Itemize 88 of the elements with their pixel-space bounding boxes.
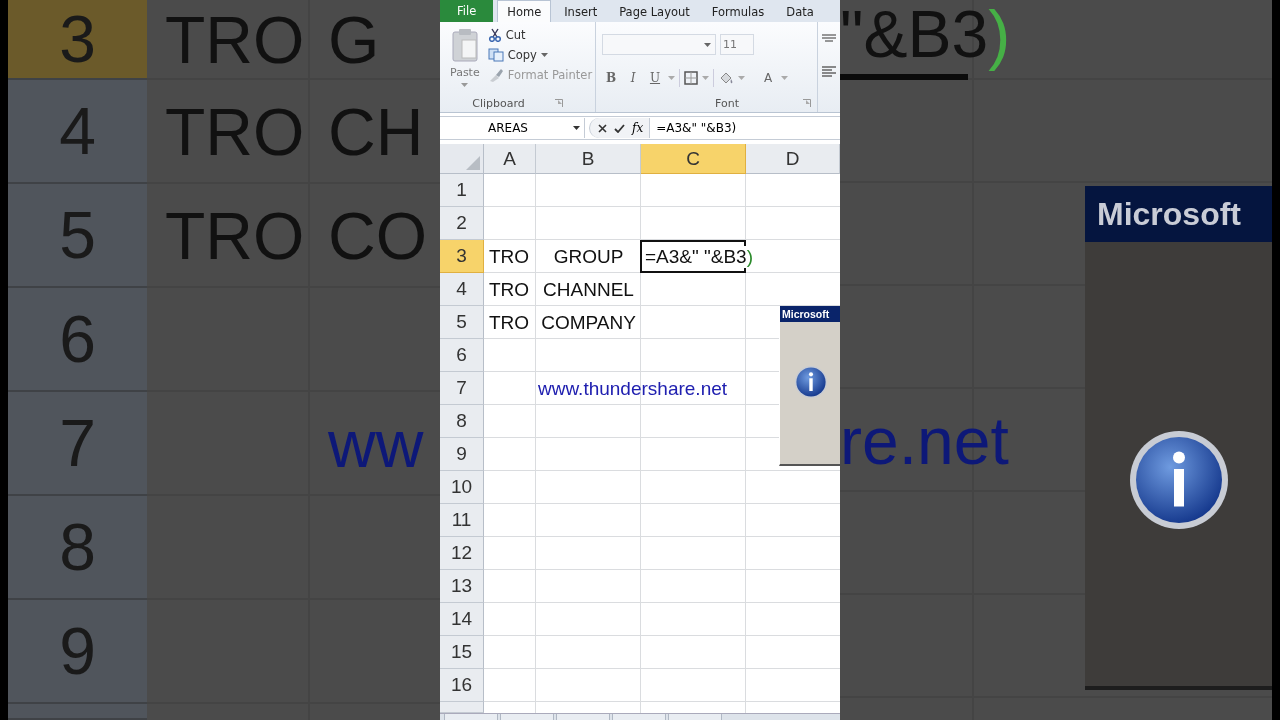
cell-text: TRO xyxy=(488,278,530,301)
font-size-field[interactable]: 11 xyxy=(720,34,754,55)
font-color-button[interactable]: A xyxy=(759,69,777,87)
row-header[interactable]: 4 xyxy=(440,273,484,306)
cell-text: TRO xyxy=(164,94,305,170)
caret-icon xyxy=(461,83,469,87)
ribbon-tab[interactable]: Home xyxy=(497,0,552,22)
row-header[interactable]: 13 xyxy=(440,570,484,603)
row-header[interactable]: 1 xyxy=(440,174,484,207)
insert-function-button[interactable]: fx xyxy=(632,121,644,135)
column-header[interactable]: B xyxy=(536,144,641,174)
row-header[interactable]: 9 xyxy=(440,438,484,471)
cell-text: =A3&" "&B3) xyxy=(644,245,755,268)
row-header: 3 xyxy=(8,0,147,80)
column-header[interactable]: A xyxy=(484,144,536,174)
row-header[interactable]: 12 xyxy=(440,537,484,570)
group-label: Clipboard xyxy=(472,95,525,112)
bold-button[interactable]: B xyxy=(602,69,620,87)
info-icon xyxy=(793,365,828,399)
row-header: 7 xyxy=(8,392,147,496)
scissors-icon xyxy=(487,28,502,42)
close-icon[interactable] xyxy=(598,123,607,133)
check-icon[interactable] xyxy=(614,123,625,133)
row-header[interactable]: 10 xyxy=(440,471,484,504)
row-header[interactable]: 8 xyxy=(440,405,484,438)
dialog-launcher-icon[interactable] xyxy=(554,99,563,107)
ribbon-tab[interactable]: Page Layout xyxy=(610,2,699,22)
row-header[interactable]: 6 xyxy=(440,339,484,372)
link-text: ww xyxy=(327,406,424,482)
cell-text: TRO xyxy=(488,245,530,268)
font-name-field[interactable] xyxy=(602,34,716,55)
dialog-title: Microsoft xyxy=(1085,186,1272,242)
info-icon xyxy=(1128,430,1229,530)
select-all-corner[interactable] xyxy=(440,144,484,174)
row-header: 5 xyxy=(8,184,147,288)
triangle-icon xyxy=(466,156,480,170)
ribbon-tab[interactable]: Insert xyxy=(555,2,607,22)
link-text[interactable]: www.thundershare.net xyxy=(536,377,728,400)
row-header[interactable]: 14 xyxy=(440,603,484,636)
row-header[interactable]: 2 xyxy=(440,207,484,240)
column-header[interactable]: C xyxy=(641,144,746,174)
italic-button[interactable]: I xyxy=(624,69,642,87)
copy-button[interactable]: Copy xyxy=(487,48,593,62)
row-header[interactable]: 15 xyxy=(440,636,484,669)
align-top-icon[interactable] xyxy=(822,34,836,44)
copy-icon xyxy=(487,48,504,62)
ribbon-tab[interactable]: Formulas xyxy=(702,2,774,22)
underline-button[interactable]: U xyxy=(646,69,664,87)
row-header: 6 xyxy=(8,288,147,392)
column-header[interactable]: D xyxy=(746,144,840,174)
caret-icon xyxy=(668,76,675,80)
caret-icon xyxy=(738,76,745,80)
name-box[interactable]: AREAS xyxy=(440,118,585,138)
row-header[interactable]: 7 xyxy=(440,372,484,405)
dialog-launcher-icon[interactable] xyxy=(803,99,811,107)
cell-text: COMPANY xyxy=(541,311,636,334)
paint-bucket-icon[interactable] xyxy=(718,70,734,86)
caret-icon xyxy=(702,76,709,80)
row-header: 8 xyxy=(8,496,147,600)
cell-text: GROUP xyxy=(553,245,624,268)
cell-text: G xyxy=(327,2,380,78)
cell-text: TRO xyxy=(488,311,530,334)
cell-text: CHANNEL xyxy=(543,278,634,301)
row-header[interactable]: 16 xyxy=(440,669,484,702)
cell-text: CO xyxy=(327,198,427,274)
align-left-icon[interactable] xyxy=(822,66,836,78)
link-text: re.net xyxy=(840,402,1009,479)
clipboard-icon xyxy=(450,28,479,62)
caret-icon xyxy=(573,126,580,130)
row-header[interactable]: 5 xyxy=(440,306,484,339)
cell-text: CH xyxy=(327,94,424,170)
cell-text: TRO xyxy=(164,2,305,78)
dialog-title: Microsoft xyxy=(780,306,840,322)
caret-icon xyxy=(781,76,788,80)
cell-text: TRO xyxy=(164,198,305,274)
row-header: 9 xyxy=(8,600,147,704)
row-header: 4 xyxy=(8,80,147,184)
group-label: Font xyxy=(715,95,739,112)
caret-icon xyxy=(540,53,548,57)
cut-button[interactable]: Cut xyxy=(487,28,593,42)
cell-text: "&B3) xyxy=(840,0,1011,72)
paste-button[interactable]: Paste xyxy=(440,22,488,94)
file-tab[interactable]: File xyxy=(440,0,494,22)
caret-icon xyxy=(704,42,711,47)
ribbon-tab[interactable]: Data xyxy=(777,2,823,22)
border-icon[interactable] xyxy=(684,71,698,85)
row-header[interactable]: 11 xyxy=(440,504,484,537)
row-header[interactable]: 3 xyxy=(440,240,484,273)
